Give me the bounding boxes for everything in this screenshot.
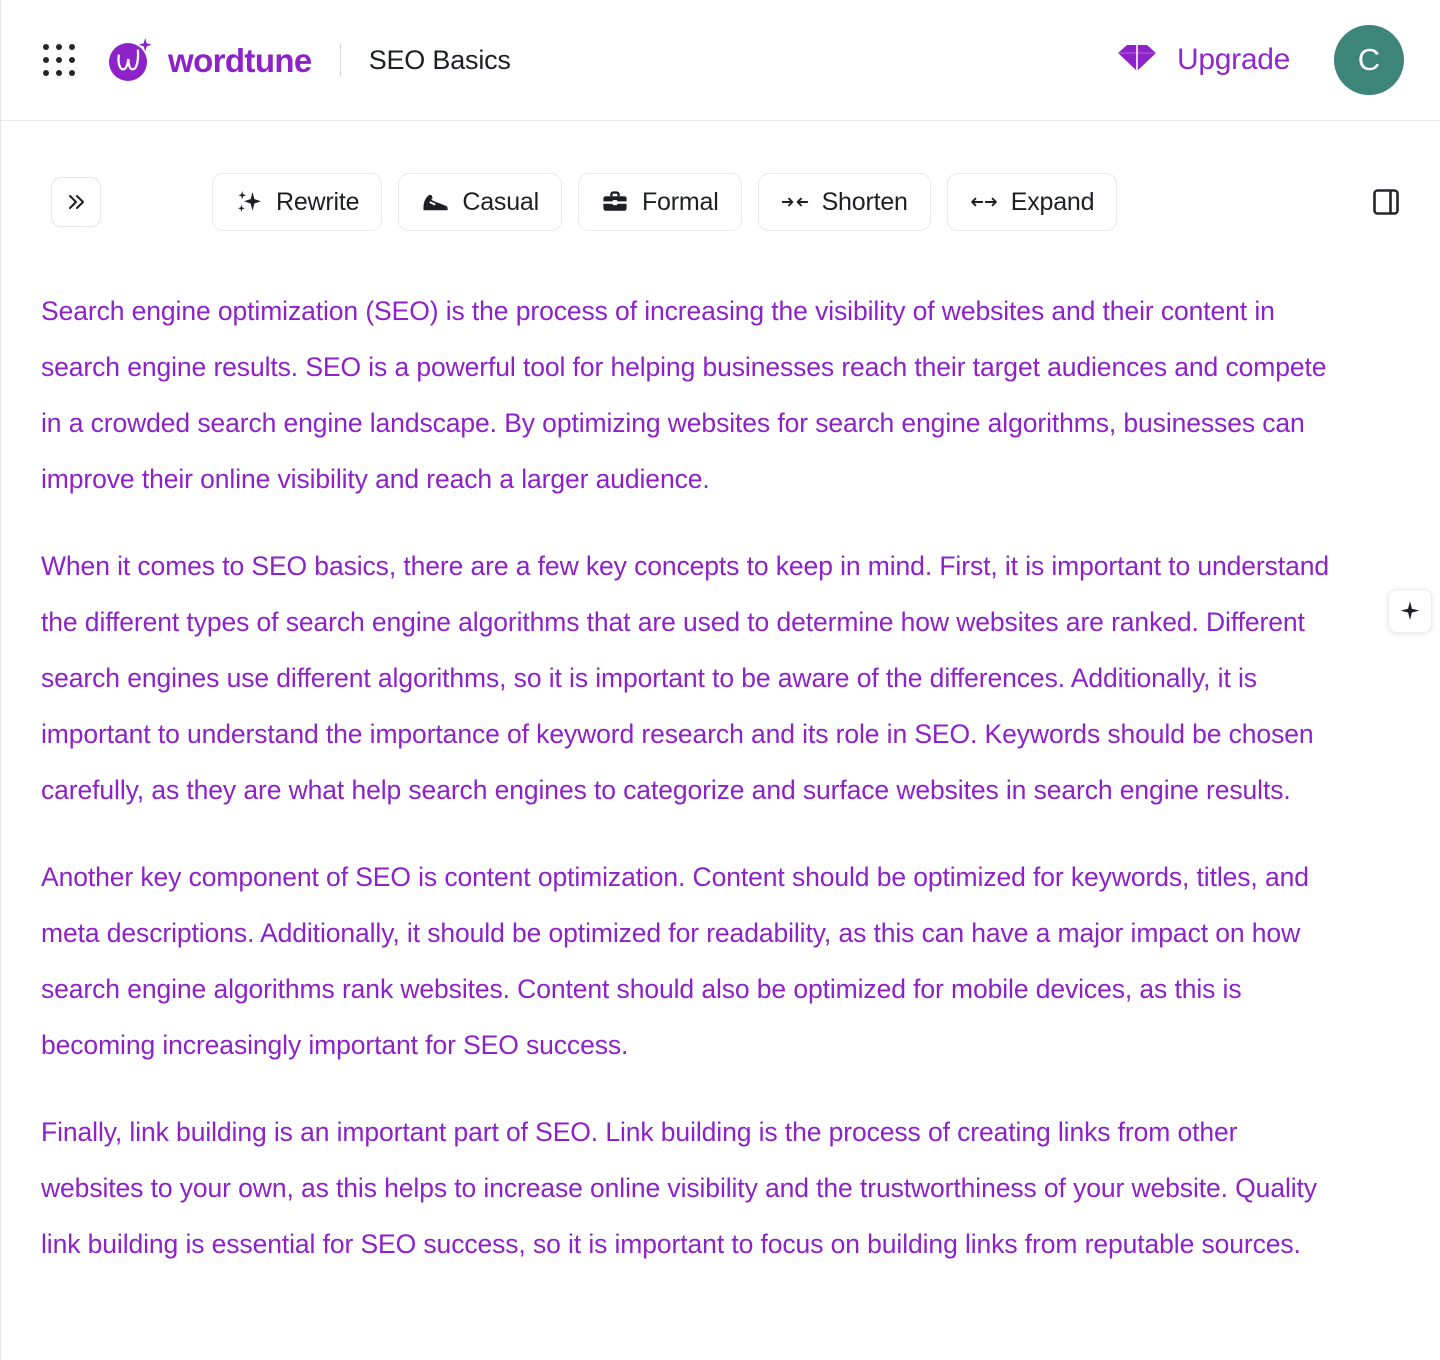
formal-button-label: Formal <box>642 188 719 217</box>
shorten-button-label: Shorten <box>822 188 908 217</box>
brand-name: wordtune <box>168 44 312 77</box>
chevron-double-right-icon <box>63 189 89 215</box>
shorten-button[interactable]: Shorten <box>758 173 931 231</box>
formal-button[interactable]: Formal <box>578 173 742 231</box>
expand-button-label: Expand <box>1011 188 1095 217</box>
casual-button-label: Casual <box>462 188 539 217</box>
sneaker-icon <box>421 188 449 216</box>
grid-dot <box>56 57 62 63</box>
document-paragraph[interactable]: Another key component of SEO is content … <box>41 849 1344 1073</box>
sparkles-icon <box>235 188 263 216</box>
document-paragraph[interactable]: Finally, link building is an important p… <box>41 1104 1344 1272</box>
rewrite-button-label: Rewrite <box>276 188 359 217</box>
upgrade-label: Upgrade <box>1177 43 1290 77</box>
grid-dot <box>43 44 49 50</box>
grid-dot <box>69 44 75 50</box>
document-title[interactable]: SEO Basics <box>369 45 511 76</box>
rewrite-button[interactable]: Rewrite <box>212 173 382 231</box>
arrows-inward-icon <box>781 188 809 216</box>
brand-logo[interactable]: wordtune <box>107 36 312 84</box>
sparkle-icon <box>1398 599 1422 623</box>
wordtune-editor-window: wordtune SEO Basics Upgrade C <box>0 0 1440 1360</box>
grid-apps-icon[interactable] <box>37 38 81 82</box>
avatar-initial: C <box>1358 42 1380 78</box>
ai-assist-button[interactable] <box>1388 589 1432 633</box>
document-editor[interactable]: Search engine optimization (SEO) is the … <box>1 283 1440 1272</box>
avatar[interactable]: C <box>1334 25 1404 95</box>
grid-dot <box>56 44 62 50</box>
document-paragraph[interactable]: Search engine optimization (SEO) is the … <box>41 283 1344 507</box>
app-header: wordtune SEO Basics Upgrade C <box>1 0 1440 121</box>
sidebar-panel-toggle[interactable] <box>1360 176 1412 228</box>
expand-button[interactable]: Expand <box>947 173 1118 231</box>
arrows-outward-icon <box>970 188 998 216</box>
grid-dot <box>69 57 75 63</box>
rewrite-tools-group: Rewrite Casual <box>212 173 1117 231</box>
briefcase-icon <box>601 188 629 216</box>
upgrade-button[interactable]: Upgrade <box>1116 42 1290 79</box>
document-paragraph[interactable]: When it comes to SEO basics, there are a… <box>41 538 1344 818</box>
collapse-sidebar-button[interactable] <box>51 177 101 227</box>
grid-dot <box>69 70 75 76</box>
wordtune-logo-icon <box>107 36 155 84</box>
grid-dot <box>43 70 49 76</box>
header-right-group: Upgrade C <box>1116 25 1404 95</box>
editor-toolbar: Rewrite Casual <box>1 121 1440 283</box>
header-divider <box>340 43 341 77</box>
grid-dot <box>56 70 62 76</box>
casual-button[interactable]: Casual <box>398 173 562 231</box>
header-left-group: wordtune SEO Basics <box>37 36 511 84</box>
sidebar-panel-icon <box>1369 185 1403 219</box>
grid-dot <box>43 57 49 63</box>
diamond-icon <box>1116 42 1158 79</box>
